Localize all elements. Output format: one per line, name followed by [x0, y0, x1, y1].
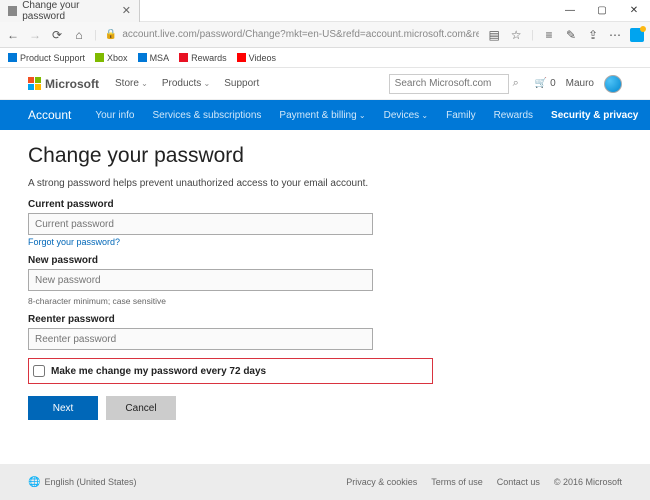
microsoft-logo-icon	[28, 77, 41, 90]
avatar[interactable]	[604, 75, 622, 93]
fav-xbox[interactable]: Xbox	[95, 53, 128, 63]
main-content: Change your password A strong password h…	[0, 130, 650, 434]
current-password-input[interactable]	[28, 213, 373, 235]
cart-button[interactable]: 0	[535, 78, 556, 89]
footer-privacy[interactable]: Privacy & cookies	[346, 477, 417, 487]
fav-videos[interactable]: Videos	[237, 53, 276, 63]
footer: 🌐 English (United States) Privacy & cook…	[0, 464, 650, 500]
nav-security-privacy[interactable]: Security & privacy	[551, 110, 638, 121]
footer-contact[interactable]: Contact us	[497, 477, 540, 487]
current-password-label: Current password	[28, 199, 622, 210]
fav-product-support[interactable]: Product Support	[8, 53, 85, 63]
footer-terms[interactable]: Terms of use	[431, 477, 483, 487]
favicon	[8, 6, 17, 16]
page-title: Change your password	[28, 144, 622, 168]
site-nav: Store Products Support	[115, 78, 259, 89]
extension-badge-icon[interactable]	[630, 28, 644, 42]
browser-toolbar: ← → ⟳ ⌂ | 🔒 account.live.com/password/Ch…	[0, 22, 650, 48]
notes-icon[interactable]: ✎	[564, 28, 578, 42]
tab-close-icon[interactable]: ✕	[122, 4, 131, 17]
close-window-icon[interactable]: ✕	[618, 0, 650, 22]
language-selector[interactable]: 🌐 English (United States)	[28, 477, 137, 488]
home-icon[interactable]: ⌂	[72, 28, 86, 42]
more-icon[interactable]: ⋯	[608, 28, 622, 42]
nav-products[interactable]: Products	[162, 78, 210, 89]
expire-password-checkbox[interactable]	[33, 365, 45, 377]
minimize-icon[interactable]: —	[554, 0, 586, 22]
nav-payment[interactable]: Payment & billing	[279, 110, 365, 121]
url-text: account.live.com/password/Change?mkt=en-…	[122, 29, 479, 40]
tab-title: Change your password	[22, 0, 117, 22]
address-bar[interactable]: 🔒 account.live.com/password/Change?mkt=e…	[105, 29, 479, 40]
refresh-icon[interactable]: ⟳	[50, 28, 64, 42]
share-icon[interactable]: ⇪	[586, 28, 600, 42]
nav-devices[interactable]: Devices	[384, 110, 429, 121]
reenter-password-input[interactable]	[28, 328, 373, 350]
next-button[interactable]: Next	[28, 396, 98, 420]
forward-icon[interactable]: →	[28, 28, 42, 42]
nav-rewards[interactable]: Rewards	[494, 110, 533, 121]
microsoft-logo[interactable]: Microsoft	[28, 77, 99, 91]
maximize-icon[interactable]: ▢	[586, 0, 618, 22]
fav-msa[interactable]: MSA	[138, 53, 170, 63]
fav-rewards[interactable]: Rewards	[179, 53, 227, 63]
nav-services[interactable]: Services & subscriptions	[152, 110, 261, 121]
favorite-icon[interactable]: ☆	[509, 28, 523, 42]
footer-copyright: © 2016 Microsoft	[554, 477, 622, 487]
back-icon[interactable]: ←	[6, 28, 20, 42]
hub-icon[interactable]: ≡	[542, 28, 556, 42]
nav-your-info[interactable]: Your info	[95, 110, 134, 121]
forgot-password-link[interactable]: Forgot your password?	[28, 237, 622, 247]
search-input[interactable]	[389, 74, 509, 94]
search-icon[interactable]: ⌕	[513, 77, 519, 90]
lock-icon: 🔒	[105, 29, 117, 40]
titlebar: Change your password ✕ — ▢ ✕	[0, 0, 650, 22]
browser-tab[interactable]: Change your password ✕	[0, 0, 140, 22]
window-controls: — ▢ ✕	[554, 0, 650, 22]
reading-view-icon[interactable]: ▤	[487, 28, 501, 42]
account-nav: Account Your info Services & subscriptio…	[0, 100, 650, 130]
new-password-label: New password	[28, 255, 622, 266]
site-search: ⌕	[389, 74, 519, 94]
password-hint: 8-character minimum; case sensitive	[28, 296, 622, 306]
site-header: Microsoft Store Products Support ⌕ 0 Mau…	[0, 68, 650, 100]
cancel-button[interactable]: Cancel	[106, 396, 176, 420]
nav-family[interactable]: Family	[446, 110, 475, 121]
globe-icon: 🌐	[28, 477, 40, 488]
new-password-input[interactable]	[28, 269, 373, 291]
nav-support[interactable]: Support	[224, 78, 259, 89]
expire-password-row: Make me change my password every 72 days	[28, 358, 433, 384]
user-name[interactable]: Mauro	[566, 78, 594, 89]
expire-password-label: Make me change my password every 72 days	[51, 366, 266, 377]
favorites-bar: Product Support Xbox MSA Rewards Videos	[0, 48, 650, 68]
account-nav-title[interactable]: Account	[28, 108, 71, 122]
nav-store[interactable]: Store	[115, 78, 148, 89]
reenter-password-label: Reenter password	[28, 314, 622, 325]
page-description: A strong password helps prevent unauthor…	[28, 178, 622, 189]
